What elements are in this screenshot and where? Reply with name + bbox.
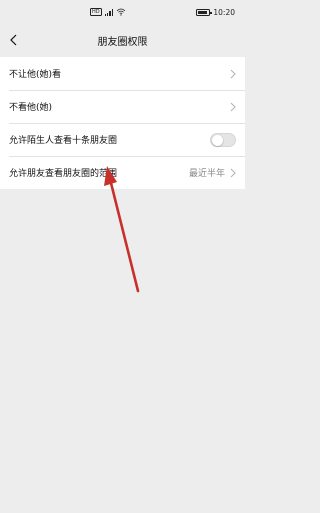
toggle-knob [212,134,223,146]
arrow-shaft [107,173,140,293]
page-title: 朋友圈权限 [97,37,148,48]
row-label: 不让他(她)看 [9,70,62,80]
nav-bar: 朋友圈权限 [0,28,245,52]
row-label: 允许朋友查看朋友圈的范围 [9,169,118,179]
row-moments-visible-range[interactable]: 允许朋友查看朋友圈的范围 最近半年 [0,156,245,189]
chevron-right-icon [230,168,236,177]
row-hide-my-moments[interactable]: 不让他(她)看 [0,57,245,90]
row-label: 允许陌生人查看十条朋友圈 [9,136,118,146]
clock: 10:20 [213,8,235,17]
chevron-right-icon [230,102,236,111]
hd-badge: HD [90,8,102,16]
status-icons: HD [90,8,126,16]
row-hide-their-moments[interactable]: 不看他(她) [0,90,245,123]
row-stranger-ten-posts: 允许陌生人查看十条朋友圈 [0,123,245,156]
settings-list: 不让他(她)看 不看他(她) 允许陌生人查看十条朋友圈 允许朋友查看朋友圈的范围… [0,57,245,189]
status-right: 10:20 [196,8,235,17]
visible-range-value: 最近半年 [188,169,225,179]
row-label: 不看他(她) [9,103,53,113]
battery-icon [196,9,212,16]
chevron-right-icon [230,69,236,78]
stranger-view-toggle[interactable] [210,132,236,147]
status-bar: HD 10:20 [0,0,245,28]
signal-icon [104,9,113,16]
wifi-icon [116,8,126,16]
